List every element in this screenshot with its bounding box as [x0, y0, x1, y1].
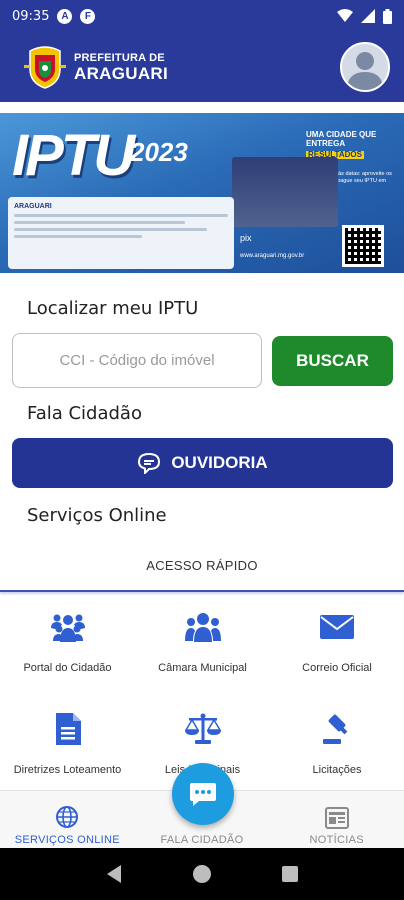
- banner-url: www.araguari.mg.gov.br: [240, 253, 305, 259]
- app-header: PREFEITURA DE ARAGUARI: [0, 32, 404, 102]
- chat-fab-button[interactable]: [172, 763, 234, 825]
- ouvidoria-button[interactable]: OUVIDORIA: [12, 438, 393, 488]
- coat-of-arms-logo: [24, 46, 66, 89]
- grid-item-label: Diretrizes Loteamento: [13, 764, 122, 776]
- banner-card-line: [14, 228, 207, 231]
- acesso-rapido-card: ACESSO RÁPIDO Portal do Cidadão Câmara M…: [0, 540, 404, 790]
- signal-icon: [361, 9, 375, 23]
- chat-bubble-icon: [190, 783, 216, 806]
- camara-municipal-item[interactable]: Câmara Municipal: [135, 592, 270, 694]
- qr-code-icon: [342, 225, 384, 267]
- grid-item-label: Câmara Municipal: [158, 662, 247, 674]
- brand-line-prefeitura: PREFEITURA DE: [74, 51, 165, 64]
- user-icon: [347, 52, 383, 90]
- people-group-icon: [50, 610, 86, 644]
- acesso-rapido-title: ACESSO RÁPIDO: [0, 540, 404, 592]
- banner-card-org: ARAGUARI: [14, 203, 52, 210]
- grid-item-label: Correio Oficial: [302, 662, 372, 674]
- nav-noticias[interactable]: NOTÍCIAS: [269, 791, 404, 848]
- system-nav-bar: [0, 848, 404, 900]
- grid-item-label: Portal do Cidadão: [23, 662, 112, 674]
- back-icon[interactable]: [105, 864, 123, 884]
- battery-icon: [383, 8, 392, 24]
- status-time: 09:35: [12, 8, 50, 24]
- wifi-icon: [337, 9, 353, 22]
- diretrizes-loteamento-item[interactable]: Diretrizes Loteamento: [0, 694, 135, 796]
- gavel-icon: [320, 712, 354, 746]
- banner-card-line: [14, 235, 143, 238]
- banner-pix: pix: [240, 233, 252, 243]
- nav-servicos-online[interactable]: SERVIÇOS ONLINE: [0, 791, 135, 848]
- portal-do-cidadao-item[interactable]: Portal do Cidadão: [0, 592, 135, 694]
- cci-input[interactable]: [12, 333, 262, 388]
- fala-cidadao-label: Fala Cidadão: [27, 403, 142, 424]
- brand-text: PREFEITURA DE ARAGUARI: [74, 51, 169, 83]
- banner-card-line: [14, 214, 228, 217]
- nav-label: FALA CIDADÃO: [160, 834, 244, 846]
- recents-icon[interactable]: [281, 865, 299, 883]
- globe-icon: [55, 805, 79, 829]
- nav-label: SERVIÇOS ONLINE: [14, 834, 120, 846]
- correio-oficial-item[interactable]: Correio Oficial: [270, 592, 404, 694]
- a-icon: A: [57, 8, 73, 24]
- iptu-banner[interactable]: IPTU 2023 UMA CIDADE QUE ENTREGA RESULTA…: [0, 113, 404, 273]
- users-icon: [184, 610, 221, 644]
- banner-bill-card: ARAGUARI: [8, 197, 234, 269]
- scales-icon: [184, 712, 221, 746]
- banner-tagline-text: UMA CIDADE QUE ENTREGA: [306, 130, 377, 148]
- localizar-label: Localizar meu IPTU: [27, 298, 199, 319]
- banner-card-line: [14, 221, 186, 224]
- grid-item-label: Licitações: [312, 764, 362, 776]
- ouvidoria-label: OUVIDORIA: [171, 453, 268, 472]
- home-icon[interactable]: [192, 864, 212, 884]
- nav-label: NOTÍCIAS: [309, 834, 364, 846]
- buscar-button[interactable]: BUSCAR: [272, 336, 393, 386]
- banner-year: 2023: [130, 137, 188, 167]
- servicos-online-label: Serviços Online: [27, 505, 167, 526]
- licitacoes-item[interactable]: Licitações: [270, 694, 404, 796]
- banner-tagline: UMA CIDADE QUE ENTREGA RESULTADOS: [306, 130, 392, 160]
- banner-building-image: [232, 157, 338, 227]
- banner-title: IPTU: [12, 123, 135, 188]
- brand-line-araguari: ARAGUARI: [74, 63, 169, 83]
- avatar[interactable]: [340, 42, 390, 92]
- f-icon: F: [80, 8, 96, 24]
- chat-bubble-outline-icon: [137, 452, 161, 474]
- document-icon: [54, 712, 82, 746]
- status-bar: 09:35 A F: [0, 0, 404, 32]
- envelope-icon: [319, 610, 355, 644]
- brand[interactable]: PREFEITURA DE ARAGUARI: [24, 45, 168, 89]
- news-icon: [324, 807, 349, 829]
